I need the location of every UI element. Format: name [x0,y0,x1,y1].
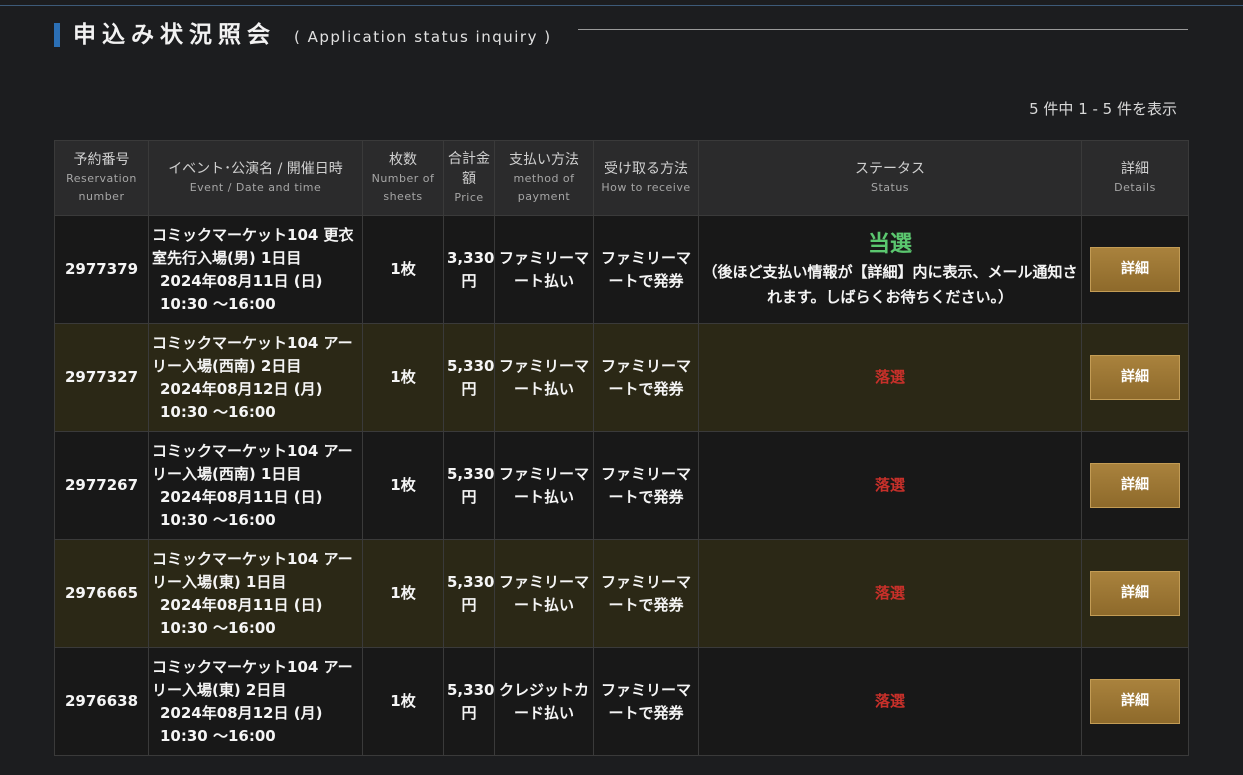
price: 5,330円 [443,323,495,432]
col-header-details: 詳細 Details [1081,140,1189,216]
details-button[interactable]: 詳細 [1090,571,1180,616]
details-cell: 詳細 [1081,215,1189,324]
col-header-receive: 受け取る方法 How to receive [593,140,699,216]
event-cell: コミックマーケット104 アーリー入場(西南) 1日目 2024年08月11日 (… [148,431,363,540]
table-row: 2976665 コミックマーケット104 アーリー入場(東) 1日目 2024年0… [54,539,1189,648]
payment-method: ファミリーマート払い [494,215,594,324]
col-header-reservation: 予約番号 Reservation number [54,140,149,216]
status-cell: 落選 [698,323,1082,432]
event-datetime: 2024年08月12日 (月) 10:30 ～16:00 [160,703,323,745]
payment-method: ファミリーマート払い [494,431,594,540]
sheets: 1枚 [362,215,444,324]
reservation-number: 2976638 [54,647,149,756]
event-datetime: 2024年08月12日 (月) 10:30 ～16:00 [160,379,323,421]
table-row: 2977267 コミックマーケット104 アーリー入場(西南) 1日目 2024年… [54,431,1189,540]
price: 5,330円 [443,647,495,756]
payment-method: クレジットカード払い [494,647,594,756]
event-cell: コミックマーケット104 アーリー入場(東) 2日目 2024年08月12日 (月… [148,647,363,756]
event-name: コミックマーケット104 アーリー入場(東) 2日目 [152,657,353,699]
page-subtitle: ( Application status inquiry ) [294,28,552,46]
status-badge: 当選 [867,231,912,257]
price: 5,330円 [443,539,495,648]
details-cell: 詳細 [1081,431,1189,540]
result-count: 5 件中 1 - 5 件を表示 [1029,100,1177,118]
receive-method: ファミリーマートで発券 [593,647,699,756]
page-title: 申込み状況照会 [73,22,276,48]
title-accent-bar [54,23,60,47]
event-name: コミックマーケット104 アーリー入場(西南) 1日目 [152,441,353,483]
details-button[interactable]: 詳細 [1090,247,1180,292]
event-cell: コミックマーケット104 更衣室先行入場(男) 1日目 2024年08月11日 (… [148,215,363,324]
sheets: 1枚 [362,539,444,648]
details-button[interactable]: 詳細 [1090,679,1180,724]
col-header-event: イベント･公演名 / 開催日時 Event / Date and time [148,140,363,216]
table-row: 2976638 コミックマーケット104 アーリー入場(東) 2日目 2024年0… [54,647,1189,756]
receive-method: ファミリーマートで発券 [593,215,699,324]
event-cell: コミックマーケット104 アーリー入場(東) 1日目 2024年08月11日 (日… [148,539,363,648]
status-cell: 当選 （後ほど支払い情報が【詳細】内に表示、メール通知されます。しばらくお待ちくだ… [698,215,1082,324]
status-cell: 落選 [698,431,1082,540]
title-divider [578,29,1188,30]
payment-method: ファミリーマート払い [494,539,594,648]
status-badge: 落選 [874,584,905,602]
details-button[interactable]: 詳細 [1090,463,1180,508]
event-datetime: 2024年08月11日 (日) 10:30 ～16:00 [160,271,323,313]
sheets: 1枚 [362,431,444,540]
col-header-sheets: 枚数 Number of sheets [362,140,444,216]
col-header-status: ステータス Status [698,140,1082,216]
status-cell: 落選 [698,539,1082,648]
application-status-table: 予約番号 Reservation number イベント･公演名 / 開催日時 Ev… [54,140,1189,756]
reservation-number: 2977327 [54,323,149,432]
page-header: 申込み状況照会 ( Application status inquiry ) [54,20,1188,54]
reservation-number: 2976665 [54,539,149,648]
sheets: 1枚 [362,323,444,432]
event-cell: コミックマーケット104 アーリー入場(西南) 2日目 2024年08月12日 (… [148,323,363,432]
price: 3,330円 [443,215,495,324]
details-cell: 詳細 [1081,539,1189,648]
payment-method: ファミリーマート払い [494,323,594,432]
reservation-number: 2977267 [54,431,149,540]
sheets: 1枚 [362,647,444,756]
details-cell: 詳細 [1081,323,1189,432]
table-row: 2977327 コミックマーケット104 アーリー入場(西南) 2日目 2024年… [54,323,1189,432]
col-header-price: 合計金額 Price [443,140,495,216]
col-header-payment: 支払い方法 method of payment [494,140,594,216]
top-rule [0,5,1243,6]
status-badge: 落選 [874,368,905,386]
receive-method: ファミリーマートで発券 [593,539,699,648]
status-badge: 落選 [874,692,905,710]
event-name: コミックマーケット104 アーリー入場(東) 1日目 [152,549,353,591]
table-header-row: 予約番号 Reservation number イベント･公演名 / 開催日時 Ev… [54,140,1189,216]
status-badge: 落選 [874,476,905,494]
status-note: （後ほど支払い情報が【詳細】内に表示、メール通知されます。しばらくお待ちください… [702,262,1078,306]
table-row: 2977379 コミックマーケット104 更衣室先行入場(男) 1日目 2024年… [54,215,1189,324]
event-datetime: 2024年08月11日 (日) 10:30 ～16:00 [160,595,323,637]
price: 5,330円 [443,431,495,540]
receive-method: ファミリーマートで発券 [593,431,699,540]
details-button[interactable]: 詳細 [1090,355,1180,400]
event-name: コミックマーケット104 更衣室先行入場(男) 1日目 [152,225,354,267]
event-datetime: 2024年08月11日 (日) 10:30 ～16:00 [160,487,323,529]
details-cell: 詳細 [1081,647,1189,756]
receive-method: ファミリーマートで発券 [593,323,699,432]
reservation-number: 2977379 [54,215,149,324]
event-name: コミックマーケット104 アーリー入場(西南) 2日目 [152,333,353,375]
status-cell: 落選 [698,647,1082,756]
